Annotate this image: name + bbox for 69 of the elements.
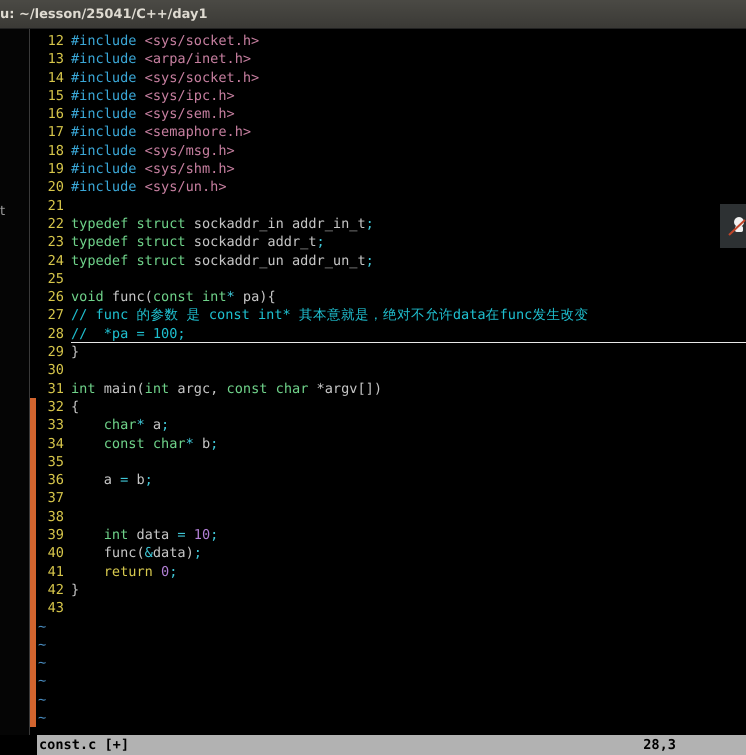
- code-line: }: [71, 343, 80, 362]
- line-number: 43: [46, 599, 65, 618]
- line-number: 16: [46, 105, 65, 124]
- line-number: 22: [46, 214, 65, 234]
- line-number: 42: [46, 580, 65, 600]
- empty-line-marker: ~: [37, 654, 46, 672]
- side-panel-item[interactable]: t: [0, 204, 29, 219]
- line-number: 20: [46, 178, 65, 197]
- line-number: 40: [46, 544, 65, 563]
- code-line: #include <sys/msg.h>: [71, 142, 235, 160]
- line-number: 28: [46, 324, 65, 344]
- empty-line-marker: ~: [37, 708, 46, 728]
- line-number: 15: [46, 86, 65, 106]
- line-number: 13: [46, 50, 65, 69]
- code-line: a = b;: [102, 471, 153, 490]
- code-line: }: [71, 580, 80, 600]
- code-line: void func(const int* pa){: [71, 288, 276, 306]
- code-line: typedef struct sockaddr_in addr_in_t;: [71, 214, 374, 234]
- code-line: int main(int argc, const char *argv[]): [71, 380, 382, 398]
- code-line: typedef struct sockaddr addr_t;: [71, 233, 325, 252]
- code-line: // func 的参数 是 const int* 其本意就是，绝对不允许data在func发生改变: [71, 306, 588, 325]
- line-number: 41: [46, 562, 65, 581]
- empty-line-marker: ~: [37, 690, 46, 709]
- status-file-name: const.c [+]: [39, 737, 130, 753]
- empty-line-marker: ~: [37, 618, 46, 636]
- code-line: {: [71, 398, 80, 416]
- line-number: 33: [46, 416, 65, 435]
- line-number: 21: [46, 196, 65, 215]
- code-line: #include <sys/un.h>: [71, 178, 227, 197]
- line-number: 24: [46, 252, 65, 270]
- code-line: typedef struct sockaddr_un addr_un_t;: [71, 252, 374, 270]
- code-line: // *pa = 100;: [71, 324, 746, 344]
- window-title: u: ~/lesson/25041/C++/day1: [0, 6, 208, 22]
- code-line: #include <sys/shm.h>: [71, 160, 235, 178]
- code-line: return 0;: [102, 562, 178, 581]
- line-number: 38: [46, 508, 65, 526]
- line-number: 26: [46, 288, 65, 306]
- code-line: #include <sys/ipc.h>: [71, 86, 235, 106]
- line-number: 37: [46, 489, 65, 508]
- code-line: const char* b;: [102, 434, 218, 453]
- code-line: #include <sys/socket.h>: [71, 68, 260, 87]
- line-number: 17: [46, 123, 65, 142]
- empty-line-marker: ~: [37, 636, 46, 654]
- code-line: #include <arpa/inet.h>: [71, 50, 252, 69]
- code-line: func(&data);: [102, 544, 202, 563]
- code-line: int data = 10;: [102, 526, 218, 544]
- line-number: 14: [46, 68, 65, 87]
- notification-toggle[interactable]: [720, 204, 746, 248]
- line-number: 29: [46, 343, 65, 362]
- line-number: 18: [46, 142, 65, 160]
- cursor-position: 28,3: [643, 737, 676, 753]
- line-number: 12: [46, 32, 65, 50]
- line-number: 36: [46, 471, 65, 490]
- line-number: 39: [46, 526, 65, 544]
- code-line: #include <semaphore.h>: [71, 123, 252, 142]
- empty-line-marker: ~: [37, 672, 46, 691]
- line-number: 25: [46, 270, 65, 288]
- line-number: 23: [46, 233, 65, 252]
- code-line: #include <sys/socket.h>: [71, 32, 260, 50]
- line-number: 30: [46, 361, 65, 380]
- line-number: 34: [46, 434, 65, 453]
- line-number: 27: [46, 306, 65, 325]
- code-line: #include <sys/sem.h>: [71, 105, 235, 124]
- line-number: 31: [46, 380, 65, 398]
- muted-person-icon: [728, 215, 746, 237]
- line-number: 19: [46, 160, 65, 178]
- code-line: char* a;: [102, 416, 170, 435]
- line-number: 35: [46, 452, 65, 472]
- line-number: 32: [46, 398, 65, 416]
